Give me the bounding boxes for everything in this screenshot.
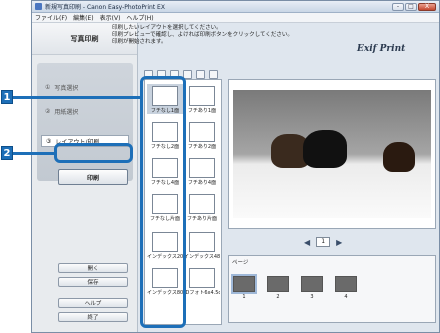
instruction-line: 印刷が開始されます。 <box>112 39 167 45</box>
step-number: ③ <box>46 137 52 145</box>
menu-bar: ファイル(F) 編集(E) 表示(V) ヘルプ(H) <box>32 13 439 23</box>
app-window: 新規写真印刷 - Canon Easy-PhotoPrint EX - □ X … <box>31 0 440 333</box>
layout-index-48[interactable]: インデックス48 <box>184 230 220 260</box>
help-button[interactable]: ヘルプ <box>58 298 128 308</box>
preview-photo <box>233 90 431 218</box>
callout-2: 2 <box>1 146 13 160</box>
next-page-icon[interactable]: ▶ <box>336 238 342 247</box>
layout-bordered-1[interactable]: フチあり1面 <box>184 84 220 114</box>
layout-preview <box>189 158 215 178</box>
window-title: 新規写真印刷 - Canon Easy-PhotoPrint EX <box>45 4 165 11</box>
settings-icon[interactable] <box>209 69 218 79</box>
page-thumbnail[interactable] <box>231 274 257 294</box>
layout-preview <box>189 232 215 252</box>
instruction-line: 印刷したいレイアウトを選択してください。 <box>112 25 222 31</box>
dog-shape <box>303 130 347 168</box>
page-thumb-number: 3 <box>310 294 314 300</box>
print-button[interactable]: 印刷 <box>58 169 128 185</box>
menu-help[interactable]: ヘルプ(H) <box>126 13 153 22</box>
page-thumbnail[interactable] <box>267 276 289 292</box>
layout-bordered-2[interactable]: フチあり2面 <box>184 120 220 150</box>
layout-preview <box>189 268 215 288</box>
page-thumb-number: 4 <box>344 294 348 300</box>
layout-bordered-4[interactable]: フチあり4面 <box>184 156 220 186</box>
layout-caption: フチあり片面 <box>186 216 217 222</box>
layout-caption: フチあり2面 <box>187 144 217 150</box>
correct-icon[interactable] <box>196 69 205 79</box>
page-thumb-number: 2 <box>276 294 280 300</box>
print-preview <box>228 79 436 229</box>
callout-line-2 <box>13 152 55 155</box>
step-label: 用紙選択 <box>54 108 79 116</box>
left-panel: 写真印刷 ① 写真選択 ② 用紙選択 ③ レイアウト/印刷 印刷 開く 保存 ヘルプ … <box>32 23 138 332</box>
page-navigator: ◀ 1 ▶ <box>304 237 342 247</box>
layout-highlight <box>140 76 186 328</box>
page-strip-label: ページ <box>232 260 249 266</box>
prev-page-icon[interactable]: ◀ <box>304 238 310 247</box>
minimize-button[interactable]: - <box>392 2 404 11</box>
print-highlight <box>54 143 133 163</box>
instruction-line: 印刷プレビューで確認し、よければ印刷ボタンをクリックしてください。 <box>112 32 293 38</box>
layout-bordered-half[interactable]: フチあり片面 <box>184 192 220 222</box>
app-icon <box>35 3 42 10</box>
callout-1: 1 <box>1 90 13 104</box>
exif-print-logo: Exif Print <box>357 44 406 54</box>
menu-file[interactable]: ファイル(F) <box>35 13 67 22</box>
step-photo-select[interactable]: ① 写真選択 <box>41 81 129 93</box>
callout-line-1 <box>13 96 141 99</box>
step-number: ② <box>45 107 51 115</box>
layout-caption: フチあり1面 <box>187 108 217 114</box>
open-button[interactable]: 開く <box>58 263 128 273</box>
step-paper-select[interactable]: ② 用紙選択 <box>41 105 129 117</box>
layout-caption: フチあり4面 <box>187 180 217 186</box>
step-label: 写真選択 <box>54 84 79 92</box>
dog-shape <box>383 142 415 172</box>
step-list: ① 写真選択 ② 用紙選択 ③ レイアウト/印刷 <box>37 63 133 181</box>
maximize-button[interactable]: □ <box>405 2 417 11</box>
exit-button[interactable]: 終了 <box>58 312 128 322</box>
page-thumbnail[interactable] <box>301 276 323 292</box>
layout-caption: インデックス48 <box>184 254 220 260</box>
title-bar: 新規写真印刷 - Canon Easy-PhotoPrint EX - □ X <box>32 1 439 13</box>
menu-edit[interactable]: 編集(E) <box>73 13 93 22</box>
close-button[interactable]: X <box>418 2 436 11</box>
layout-preview <box>189 194 215 214</box>
save-button[interactable]: 保存 <box>58 277 128 287</box>
layout-id-photo[interactable]: IDフォト6x4.5cm <box>184 266 220 296</box>
instructions: 印刷したいレイアウトを選択してください。 印刷プレビューで確認し、よければ印刷ボ… <box>112 25 352 46</box>
step-number: ① <box>45 83 51 91</box>
layout-preview <box>189 86 215 106</box>
layout-preview <box>189 122 215 142</box>
page-thumbnail-strip: ページ 1 2 3 4 <box>228 255 436 323</box>
page-thumbnail[interactable] <box>335 276 357 292</box>
menu-view[interactable]: 表示(V) <box>100 13 121 22</box>
page-number: 1 <box>316 237 331 247</box>
page-thumb-number: 1 <box>242 294 246 300</box>
layout-caption: IDフォト6x4.5cm <box>184 290 220 296</box>
